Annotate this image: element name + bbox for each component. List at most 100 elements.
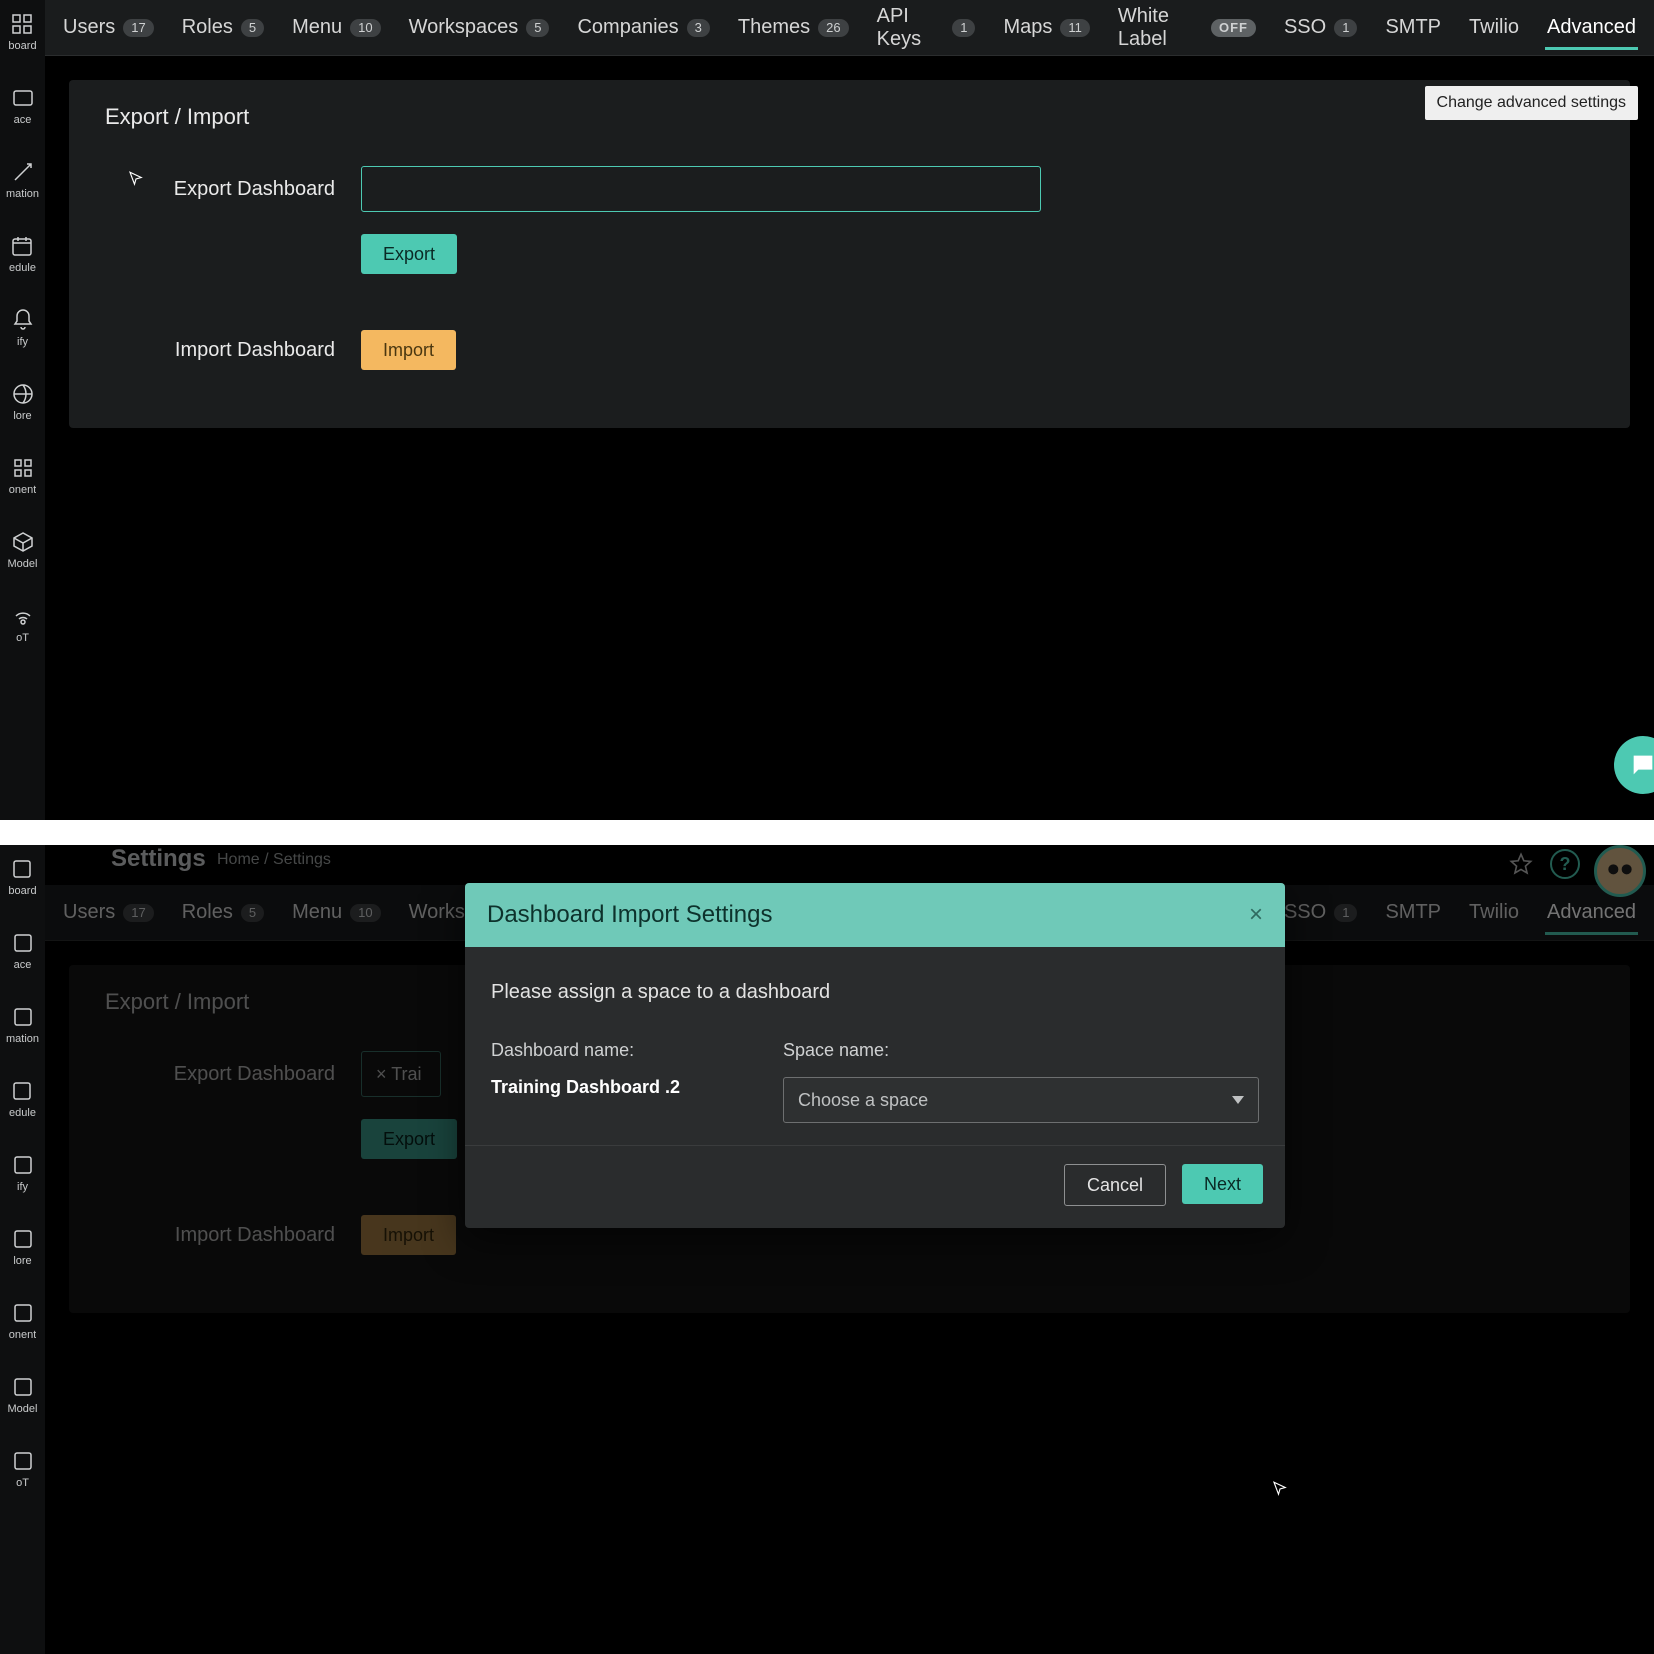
sidebar-item-component[interactable]: onent bbox=[9, 1301, 37, 1341]
tab-themes[interactable]: Themes 26 bbox=[736, 6, 851, 49]
export-dashboard-label: Export Dashboard bbox=[105, 178, 335, 201]
advanced-tooltip: Change advanced settings bbox=[1425, 86, 1638, 120]
sidebar-item-dashboard[interactable]: board bbox=[8, 857, 36, 897]
export-import-panel: Export / Import Export Dashboard Export … bbox=[69, 80, 1630, 428]
sidebar-item-label: edule bbox=[9, 262, 36, 274]
app-sidebar: board ace mation edule ify lore onent Model oT bbox=[0, 845, 45, 1654]
component-icon bbox=[11, 456, 35, 480]
tab-workspaces[interactable]: Workspaces 5 bbox=[407, 6, 552, 49]
cancel-button[interactable]: Cancel bbox=[1064, 1164, 1166, 1206]
sidebar-item-model[interactable]: Model bbox=[8, 1375, 38, 1415]
tab-badge: 3 bbox=[687, 19, 710, 37]
tab-label: SSO bbox=[1284, 16, 1326, 39]
sidebar-item-automation[interactable]: mation bbox=[6, 160, 39, 200]
tab-roles[interactable]: Roles 5 bbox=[180, 6, 266, 49]
automation-icon bbox=[11, 1005, 35, 1029]
schedule-icon bbox=[10, 234, 34, 258]
tab-label: Advanced bbox=[1547, 16, 1636, 39]
modal-description: Please assign a space to a dashboard bbox=[491, 981, 1259, 1004]
panel-title: Export / Import bbox=[105, 104, 1594, 130]
tab-users[interactable]: Users17 bbox=[61, 6, 156, 49]
tab-label: SMTP bbox=[1385, 16, 1441, 39]
dashboard-import-modal: Dashboard Import Settings × Please assig… bbox=[465, 883, 1285, 1228]
tab-label: Roles bbox=[182, 16, 233, 39]
sidebar-item-dashboard[interactable]: board bbox=[8, 12, 36, 52]
model-icon bbox=[11, 1375, 35, 1399]
notify-icon bbox=[11, 308, 35, 332]
tab-badge: 1 bbox=[1334, 19, 1357, 37]
sidebar-item-schedule[interactable]: edule bbox=[9, 1079, 36, 1119]
tab-label: White Label bbox=[1118, 5, 1203, 51]
sidebar-item-explore[interactable]: lore bbox=[11, 382, 35, 422]
tab-label: Maps bbox=[1003, 16, 1052, 39]
chat-icon bbox=[1629, 751, 1654, 779]
tab-maps[interactable]: Maps 11 bbox=[1001, 6, 1091, 49]
tab-sso[interactable]: SSO 1 bbox=[1282, 6, 1359, 49]
tab-white-label[interactable]: White LabelOFF bbox=[1116, 0, 1258, 61]
dashboard-name-value: Training Dashboard .2 bbox=[491, 1077, 761, 1098]
tab-api-keys[interactable]: API Keys 1 bbox=[875, 0, 978, 61]
modal-close-button[interactable]: × bbox=[1249, 901, 1263, 929]
export-dashboard-input[interactable] bbox=[361, 166, 1041, 212]
tab-advanced[interactable]: Advanced bbox=[1545, 6, 1638, 49]
sidebar-item-label: ify bbox=[17, 336, 28, 348]
sidebar-item-model[interactable]: Model bbox=[8, 530, 38, 570]
sidebar-item-label: lore bbox=[13, 1255, 31, 1267]
sidebar-item-notify[interactable]: ify bbox=[11, 308, 35, 348]
explore-icon bbox=[11, 1227, 35, 1251]
sidebar-item-label: onent bbox=[9, 1329, 37, 1341]
sidebar-item-label: Model bbox=[8, 558, 38, 570]
chat-bubble-button[interactable] bbox=[1614, 736, 1654, 794]
sidebar-item-label: oT bbox=[16, 1477, 29, 1489]
tab-menu[interactable]: Menu 10 bbox=[290, 6, 383, 49]
sidebar-item-notify[interactable]: ify bbox=[11, 1153, 35, 1193]
tab-badge: 5 bbox=[241, 19, 264, 37]
modal-header: Dashboard Import Settings × bbox=[465, 883, 1285, 947]
tab-badge: 10 bbox=[350, 19, 380, 37]
sidebar-item-automation[interactable]: mation bbox=[6, 1005, 39, 1045]
tab-label: Workspaces bbox=[409, 16, 519, 39]
tab-smtp[interactable]: SMTP bbox=[1383, 6, 1443, 49]
next-button[interactable]: Next bbox=[1182, 1164, 1263, 1204]
tab-badge: 1 bbox=[952, 19, 975, 37]
tab-badge: 5 bbox=[526, 19, 549, 37]
sidebar-item-explore[interactable]: lore bbox=[11, 1227, 35, 1267]
sidebar-item-iot[interactable]: oT bbox=[11, 604, 35, 644]
tab-twilio[interactable]: Twilio bbox=[1467, 6, 1521, 49]
import-button[interactable]: Import bbox=[361, 330, 456, 370]
close-icon: × bbox=[1249, 901, 1263, 928]
dashboard-icon bbox=[10, 12, 34, 36]
tab-label: API Keys bbox=[877, 5, 945, 51]
space-icon bbox=[11, 86, 35, 110]
tab-label: Menu bbox=[292, 16, 342, 39]
space-select-placeholder: Choose a space bbox=[798, 1090, 928, 1111]
sidebar-item-space[interactable]: ace bbox=[11, 931, 35, 971]
sidebar-item-label: onent bbox=[9, 484, 37, 496]
modal-title: Dashboard Import Settings bbox=[487, 901, 772, 929]
sidebar-item-label: mation bbox=[6, 188, 39, 200]
automation-icon bbox=[11, 160, 35, 184]
tab-label: Companies bbox=[577, 16, 678, 39]
sidebar-item-label: board bbox=[8, 40, 36, 52]
app-sidebar: board ace mation edule ify lore bbox=[0, 0, 45, 820]
sidebar-item-schedule[interactable]: edule bbox=[9, 234, 36, 274]
sidebar-item-space[interactable]: ace bbox=[11, 86, 35, 126]
tab-badge: 11 bbox=[1060, 19, 1090, 37]
sidebar-item-label: mation bbox=[6, 1033, 39, 1045]
sidebar-item-label: ify bbox=[17, 1181, 28, 1193]
tab-badge: 17 bbox=[123, 19, 153, 37]
notify-icon bbox=[11, 1153, 35, 1177]
export-button[interactable]: Export bbox=[361, 234, 457, 274]
sidebar-item-label: board bbox=[8, 885, 36, 897]
explore-icon bbox=[11, 382, 35, 406]
sidebar-item-iot[interactable]: oT bbox=[11, 1449, 35, 1489]
iot-icon bbox=[11, 604, 35, 628]
sidebar-item-component[interactable]: onent bbox=[9, 456, 37, 496]
import-dashboard-label: Import Dashboard bbox=[105, 339, 335, 362]
tab-companies[interactable]: Companies 3 bbox=[575, 6, 711, 49]
tab-label: Themes bbox=[738, 16, 810, 39]
tab-badge: 26 bbox=[818, 19, 848, 37]
space-select[interactable]: Choose a space bbox=[783, 1077, 1259, 1123]
tab-label: Twilio bbox=[1469, 16, 1519, 39]
sidebar-item-label: ace bbox=[14, 959, 32, 971]
